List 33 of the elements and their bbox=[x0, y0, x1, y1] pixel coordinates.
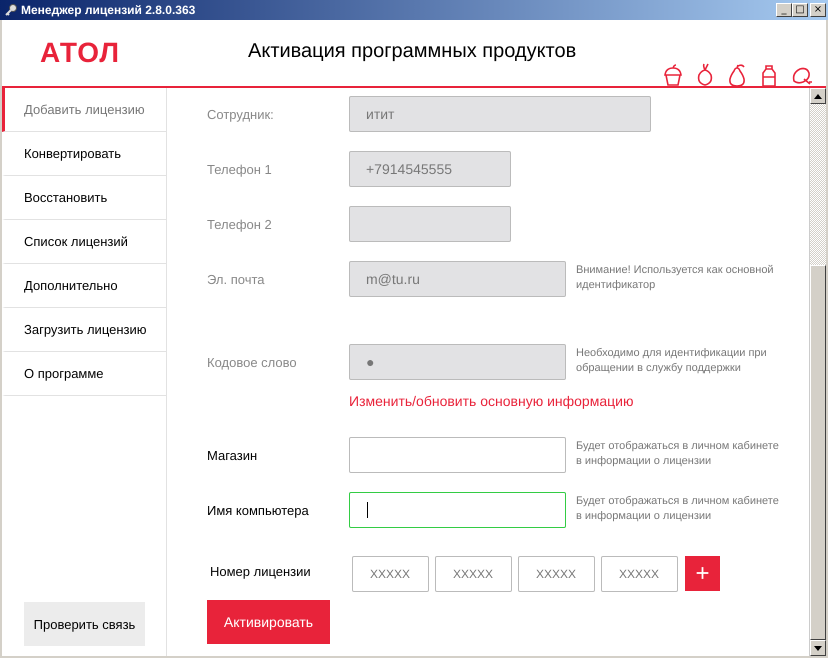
field-label: Номер лицензии bbox=[209, 564, 312, 579]
sidebar-item[interactable]: Конвертировать bbox=[2, 132, 166, 176]
check-connection-button[interactable]: Проверить связь bbox=[24, 602, 145, 646]
minimize-button[interactable]: _ bbox=[776, 3, 792, 17]
field-hint: Будет отображаться в личном кабинете в информации о лицензии bbox=[576, 439, 780, 469]
field-label: Магазин bbox=[207, 448, 258, 463]
sidebar-item[interactable]: О программе bbox=[2, 352, 166, 396]
license-part-field[interactable]: XXXXX bbox=[518, 556, 595, 592]
logo: АТОЛ bbox=[40, 37, 121, 69]
sidebar-item[interactable]: Восстановить bbox=[2, 176, 166, 220]
license-part-field[interactable]: XXXXX bbox=[435, 556, 512, 592]
sidebar-item[interactable]: Добавить лицензию bbox=[2, 88, 166, 132]
license-part-field[interactable]: XXXXX bbox=[352, 556, 429, 592]
field-label: Телефон 1 bbox=[207, 162, 273, 177]
field-hint: Внимание! Используется как основной идентификатор bbox=[576, 263, 775, 293]
field-label: Сотрудник: bbox=[207, 107, 275, 122]
field-label: Эл. почта bbox=[207, 272, 266, 287]
sidebar-item[interactable]: Загрузить лицензию bbox=[2, 308, 166, 352]
field-hint: Будет отображаться в личном кабинете в информации о лицензии bbox=[576, 494, 780, 524]
sidebar-item[interactable]: Список лицензий bbox=[2, 220, 166, 264]
update-info-link[interactable]: Изменить/обновить основную информацию bbox=[349, 393, 634, 409]
add-button[interactable]: + bbox=[685, 556, 720, 591]
sidebar-item[interactable]: Дополнительно bbox=[2, 264, 166, 308]
maximize-button[interactable]: □ bbox=[792, 3, 808, 17]
page-title: Активация программных продуктов bbox=[248, 40, 576, 62]
close-button[interactable]: × bbox=[810, 3, 826, 17]
window-title: Менеджер лицензий 2.8.0.363 bbox=[21, 3, 196, 17]
activate-button[interactable]: Активировать bbox=[207, 600, 330, 644]
field-label: Имя компьютера bbox=[207, 503, 310, 518]
field-hint: Необходимо для идентификации при обращении в службу поддержки bbox=[576, 346, 768, 376]
field-label: Кодовое слово bbox=[207, 355, 298, 370]
license-part-field[interactable]: XXXXX bbox=[601, 556, 678, 592]
field-label: Телефон 2 bbox=[207, 217, 273, 232]
